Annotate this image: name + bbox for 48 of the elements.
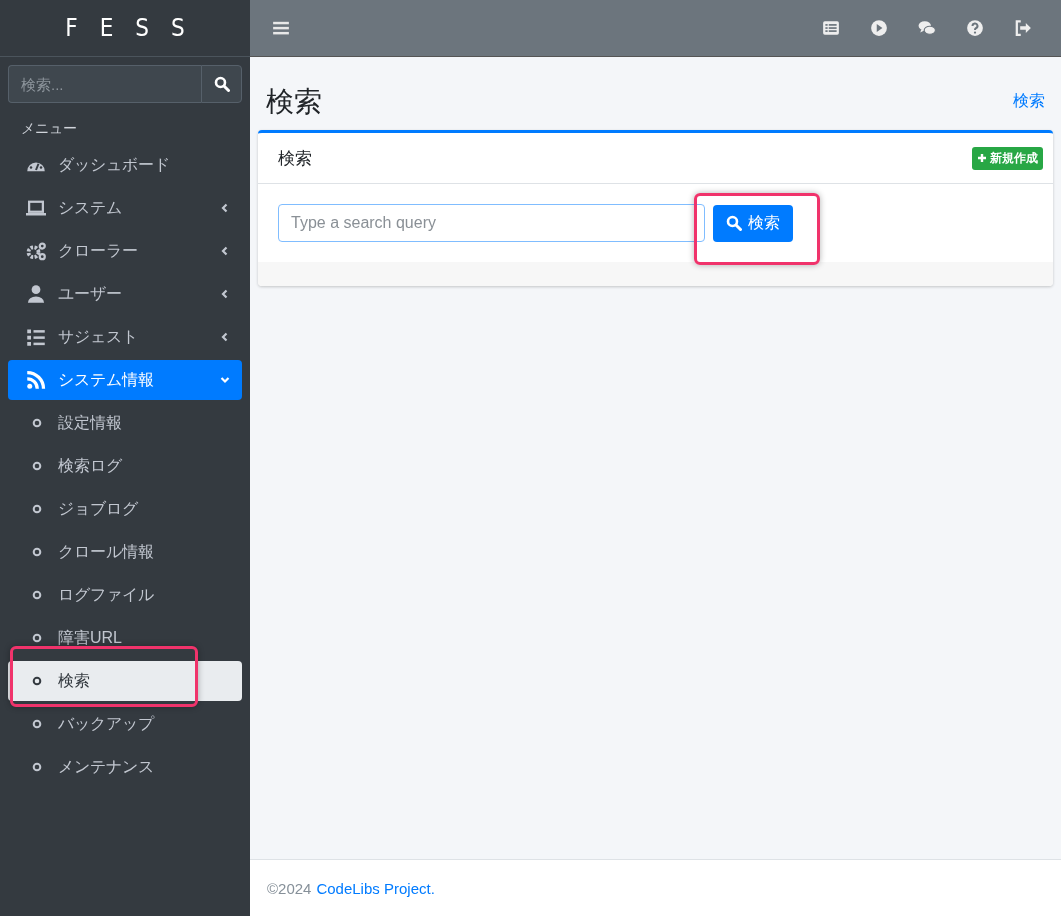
search-icon (213, 76, 230, 92)
copyright-text: ©2024 (267, 879, 312, 897)
circle-icon (32, 547, 42, 557)
nav-subitem[interactable]: 検索ログ (8, 446, 242, 486)
nav-subitem[interactable]: 検索 (8, 661, 242, 701)
user-icon (26, 284, 46, 304)
menu-icon (272, 19, 290, 37)
page-title: 検索 (266, 84, 322, 119)
circle-icon (32, 676, 42, 686)
search-button[interactable]: 検索 (713, 204, 793, 242)
list-icon (822, 19, 840, 37)
plus-icon (977, 153, 987, 163)
nav-subitem[interactable]: メンテナンス (8, 747, 242, 787)
nav-item[interactable]: システム (8, 188, 242, 228)
circle-icon (32, 719, 42, 729)
rss-icon (26, 370, 46, 390)
nav-subitem[interactable]: ジョブログ (8, 489, 242, 529)
circle-icon (32, 762, 42, 772)
circle-icon (32, 418, 42, 428)
search-icon (726, 215, 742, 231)
footer-link[interactable]: CodeLibs Project. (316, 879, 435, 897)
chat-icon (918, 19, 936, 37)
circle-icon (32, 461, 42, 471)
nav-item[interactable]: サジェスト (8, 317, 242, 357)
nav-item[interactable]: ダッシュボード (8, 145, 242, 185)
circle-icon (32, 590, 42, 600)
list-icon (26, 327, 46, 347)
breadcrumb-link[interactable]: 検索 (1013, 91, 1045, 112)
circle-icon (32, 633, 42, 643)
circle-icon (32, 504, 42, 514)
search-query-field[interactable]: Type a search query (278, 204, 705, 242)
sign-out-icon (1014, 19, 1032, 37)
laptop-icon (26, 198, 46, 218)
nav-item[interactable]: システム情報 (8, 360, 242, 400)
gears-icon (26, 241, 46, 261)
sidebar-search-field[interactable]: 検索... (8, 65, 201, 103)
help-icon (966, 19, 984, 37)
card-title: 検索 (278, 147, 312, 170)
play-icon (870, 19, 888, 37)
nav-subitem[interactable]: 障害URL (8, 618, 242, 658)
nav-subitem[interactable]: ログファイル (8, 575, 242, 615)
nav-subitem[interactable]: バックアップ (8, 704, 242, 744)
nav-subitem[interactable]: クロール情報 (8, 532, 242, 572)
nav-item[interactable]: クローラー (8, 231, 242, 271)
nav-subitem[interactable]: 設定情報 (8, 403, 242, 443)
menu-header: メニュー (20, 119, 78, 138)
search-button[interactable] (201, 65, 242, 103)
nav-item[interactable]: ユーザー (8, 274, 242, 314)
